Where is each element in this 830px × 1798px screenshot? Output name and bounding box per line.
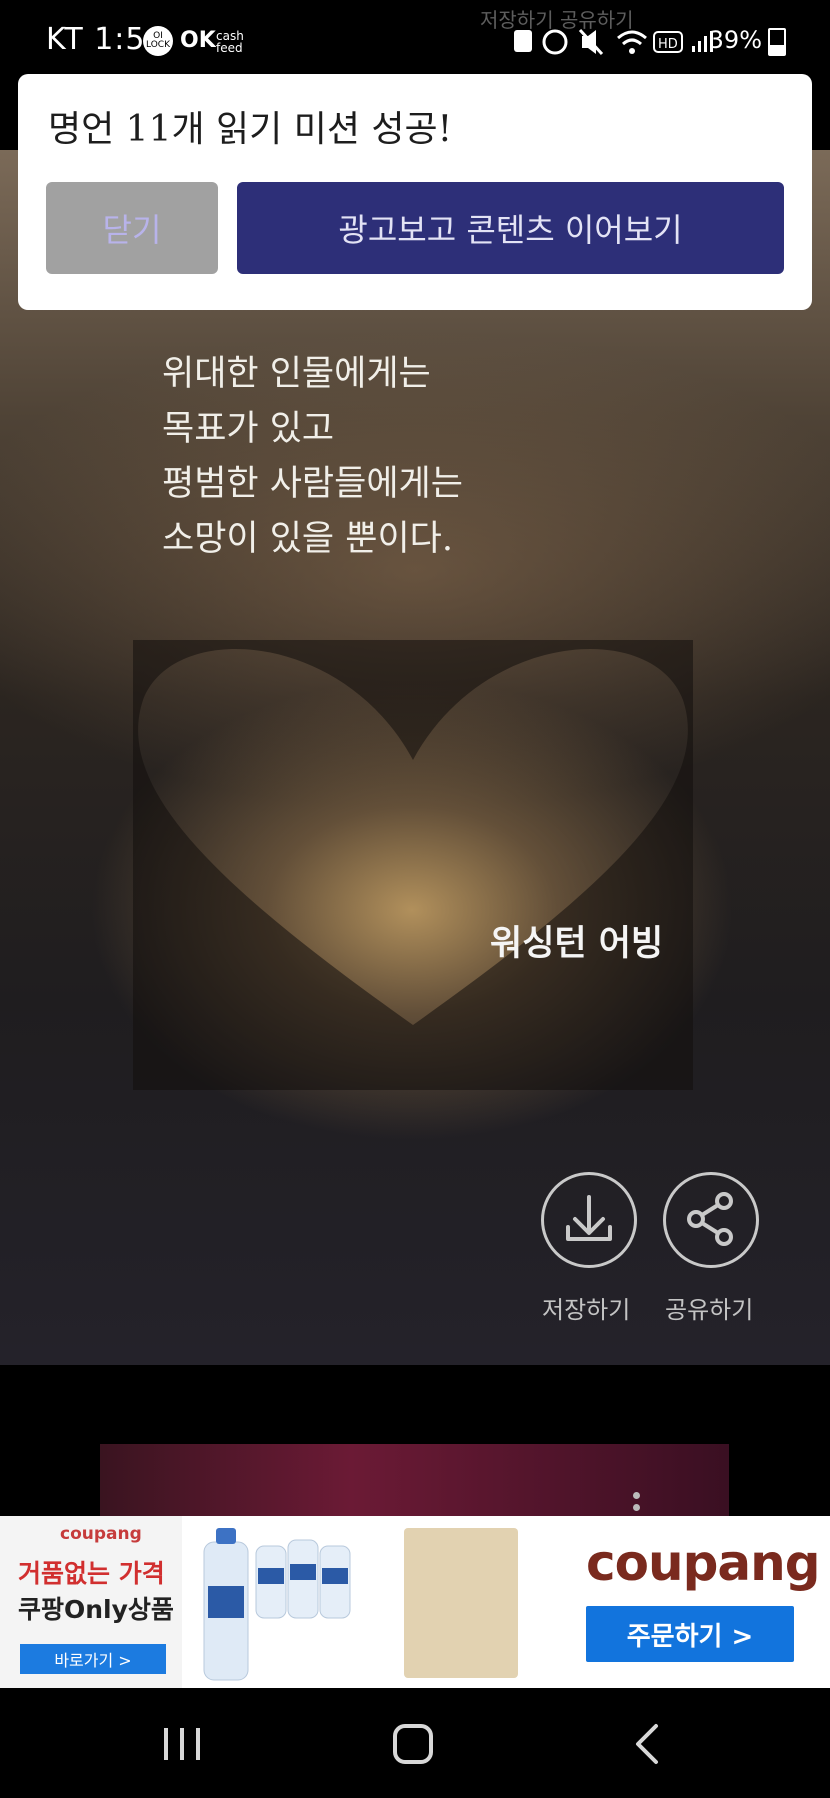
oi-lock-icon: OI LOCK xyxy=(143,26,173,56)
home-icon xyxy=(393,1724,433,1764)
share-icon xyxy=(687,1192,733,1246)
order-button[interactable]: 주문하기 > xyxy=(586,1606,794,1662)
battery-percent: 39% xyxy=(708,26,762,54)
signal-icon xyxy=(692,46,695,52)
watch-ad-continue-button[interactable]: 광고보고 콘텐츠 이어보기 xyxy=(237,182,784,274)
alarm-icon xyxy=(542,29,568,55)
save-label: 저장하기 xyxy=(542,1296,631,1324)
recent-apps-button[interactable] xyxy=(152,1714,212,1774)
quote-author: 워싱턴 어빙 xyxy=(490,923,664,964)
recent-apps-icon xyxy=(164,1728,200,1760)
ad-tile-coupang[interactable]: coupang 주문하기 > xyxy=(552,1516,830,1688)
dialog-title: 명언 11개 읽기 미션 성공! xyxy=(48,109,453,150)
download-icon xyxy=(566,1195,612,1241)
heart-hands-image xyxy=(133,640,693,1090)
ad-tile-water[interactable] xyxy=(186,1516,366,1688)
more-options-icon[interactable] xyxy=(633,1492,641,1516)
ad-headline: 거품없는 가격 xyxy=(18,1559,165,1588)
ad-banner[interactable]: coupang 거품없는 가격 쿠팡Only상품 바로가기 > coupang … xyxy=(0,1516,830,1688)
quote-text: 위대한 인물에게는 목표가 있고 평범한 사람들에게는 소망이 있을 뿐이다. xyxy=(162,345,562,565)
faded-action-labels: 저장하기 공유하기 xyxy=(480,8,634,32)
mission-success-dialog: 명언 11개 읽기 미션 성공! 닫기 광고보고 콘텐츠 이어보기 xyxy=(18,74,812,310)
coupang-logo: coupang xyxy=(586,1534,821,1592)
ad-tile-rice[interactable] xyxy=(370,1516,550,1688)
svg-text:HD: HD xyxy=(658,37,678,52)
battery-icon xyxy=(768,28,786,56)
coupang-small-logo: coupang xyxy=(60,1524,142,1544)
cashfeed-icon: cash feed xyxy=(216,29,244,55)
water-bottles-image xyxy=(203,1528,351,1681)
share-button[interactable] xyxy=(663,1172,759,1268)
quote-line: 평범한 사람들에게는 xyxy=(162,464,463,504)
ad-go-button[interactable]: 바로가기 > xyxy=(20,1644,166,1674)
save-button[interactable] xyxy=(541,1172,637,1268)
back-icon xyxy=(636,1724,658,1764)
share-label: 공유하기 xyxy=(665,1296,754,1324)
close-button[interactable]: 닫기 xyxy=(46,182,218,274)
ad-subheadline: 쿠팡Only상품 xyxy=(18,1595,174,1624)
rice-bag-image xyxy=(404,1528,518,1678)
ok-cashbag-icon: OK xyxy=(180,28,216,53)
home-button[interactable] xyxy=(383,1714,443,1774)
navigation-bar xyxy=(0,1688,830,1798)
quote-line: 소망이 있을 뿐이다. xyxy=(162,519,453,559)
quote-line: 위대한 인물에게는 xyxy=(162,354,431,394)
back-button[interactable] xyxy=(618,1714,678,1774)
sim-icon xyxy=(514,30,532,52)
ad-tile-promo[interactable]: coupang 거품없는 가격 쿠팡Only상품 바로가기 > xyxy=(0,1516,182,1688)
status-bar: KT 1:54 OI LOCK OK cash feed HD 39% xyxy=(0,0,830,80)
quote-line: 목표가 있고 xyxy=(162,409,335,449)
